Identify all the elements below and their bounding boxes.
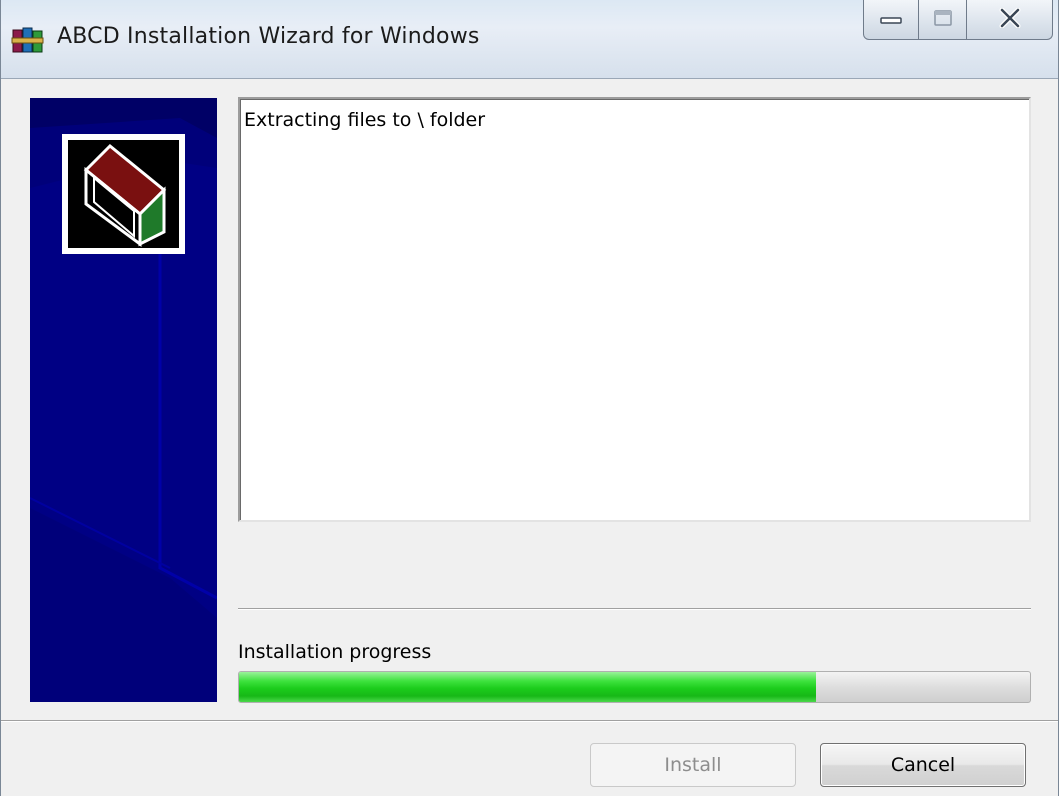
side-banner bbox=[30, 98, 217, 702]
progress-label: Installation progress bbox=[238, 641, 432, 663]
title-bar[interactable]: ABCD Installation Wizard for Windows bbox=[1, 0, 1058, 79]
extraction-log[interactable]: Extracting files to \ folder bbox=[238, 97, 1031, 522]
divider bbox=[238, 608, 1031, 610]
cancel-button[interactable]: Cancel bbox=[820, 743, 1026, 787]
minimize-button[interactable] bbox=[863, 0, 919, 40]
window-title: ABCD Installation Wizard for Windows bbox=[57, 24, 480, 49]
installation-progress-bar bbox=[238, 671, 1031, 703]
caption-buttons bbox=[863, 0, 1053, 42]
maximize-button[interactable] bbox=[919, 0, 967, 40]
maximize-icon bbox=[933, 9, 953, 31]
minimize-icon bbox=[880, 10, 902, 29]
installer-window: ABCD Installation Wizard for Windows Ext… bbox=[0, 0, 1059, 796]
close-icon bbox=[999, 7, 1021, 32]
footer-divider bbox=[1, 720, 1058, 722]
winrar-books-icon bbox=[11, 26, 45, 54]
close-button[interactable] bbox=[967, 0, 1053, 40]
logo-frame bbox=[62, 134, 185, 254]
log-line: Extracting files to \ folder bbox=[244, 109, 486, 131]
install-button[interactable]: Install bbox=[590, 743, 796, 787]
progress-fill bbox=[239, 672, 817, 702]
